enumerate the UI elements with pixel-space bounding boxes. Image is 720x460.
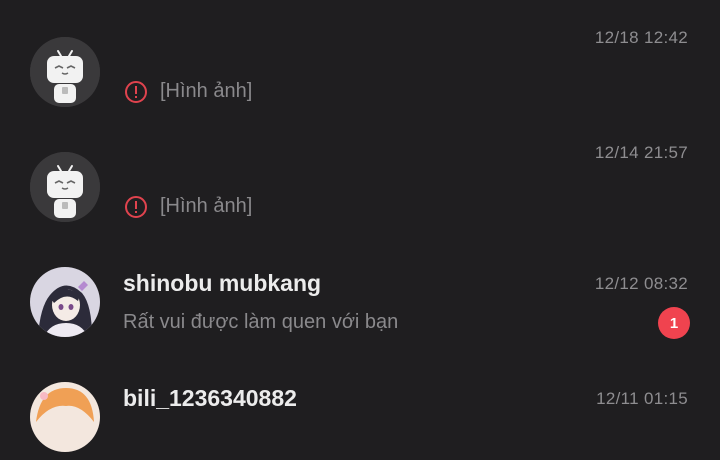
conversation-item[interactable]: shinobu mubkang 12/12 08:32 Rất vui được… [0, 230, 720, 345]
avatar[interactable] [30, 152, 100, 222]
message-timestamp: 12/12 08:32 [594, 274, 688, 293]
conversation-item[interactable]: 12/14 21:57 [Hình ảnh] [0, 115, 720, 230]
message-preview: [Hình ảnh] [125, 80, 252, 103]
avatar[interactable] [30, 37, 100, 107]
message-timestamp: 12/11 01:15 [596, 389, 688, 408]
contact-name: shinobu mubkang [123, 270, 322, 296]
avatar[interactable] [30, 382, 100, 452]
conversation-item[interactable]: bili_1236340882 12/11 01:15 [0, 345, 720, 460]
tv-mascot-icon [30, 37, 100, 107]
conversation-item[interactable]: 12/18 12:42 [Hình ảnh] [0, 0, 720, 115]
preview-text: [Hình ảnh] [160, 80, 253, 102]
preview-text: [Hình ảnh] [160, 195, 253, 217]
avatar[interactable] [30, 267, 100, 337]
alert-circle-icon [125, 80, 147, 103]
message-preview: Rất vui được làm quen với bạn [123, 311, 399, 333]
message-timestamp: 12/18 12:42 [594, 28, 688, 47]
conversation-list: 12/18 12:42 [Hình ảnh] 12/14 21:57 [Hình [0, 0, 720, 452]
tv-mascot-icon [30, 152, 100, 222]
unread-count-badge: 1 [658, 307, 690, 339]
alert-circle-icon [125, 195, 147, 218]
anime-character-avatar-icon [30, 267, 100, 337]
message-preview: [Hình ảnh] [125, 195, 252, 218]
orange-hair-character-avatar-icon [30, 382, 100, 452]
contact-name: bili_1236340882 [123, 385, 297, 411]
message-timestamp: 12/14 21:57 [594, 143, 688, 162]
